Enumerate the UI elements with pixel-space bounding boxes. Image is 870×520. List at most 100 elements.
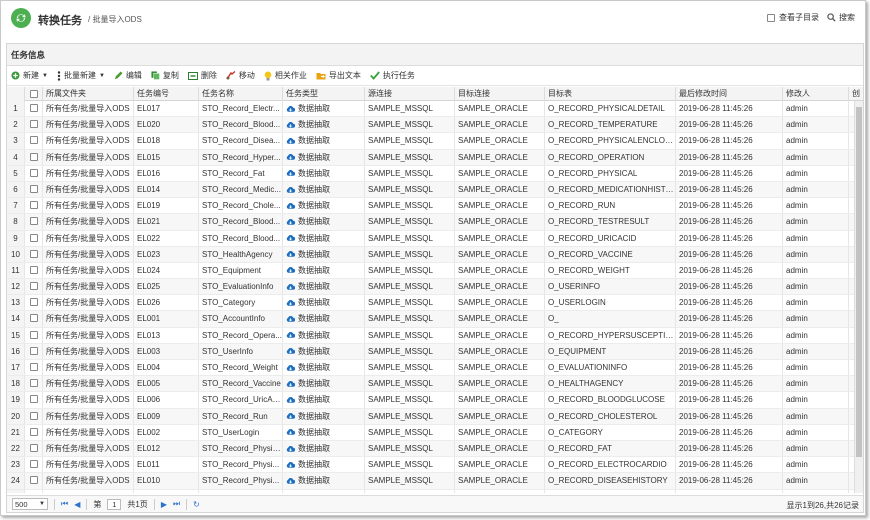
row-checkbox[interactable] xyxy=(25,360,43,376)
row-select-checkbox[interactable] xyxy=(29,411,38,420)
export-text-button[interactable]: 导出文本 xyxy=(316,70,361,81)
run-task-button[interactable]: 执行任务 xyxy=(370,70,415,81)
header-source-conn[interactable]: 源连接 xyxy=(365,87,455,101)
table-row[interactable]: 18 所有任务/批量导入ODS EL005 STO_Record_Vaccine 数据抽… xyxy=(7,376,863,393)
row-select-checkbox[interactable] xyxy=(29,298,38,307)
table-row[interactable]: 9 所有任务/批量导入ODS EL022 STO_Record_Blood... 数据抽… xyxy=(7,230,863,247)
table-row[interactable]: 15 所有任务/批量导入ODS EL013 STO_Record_Opera... 数据… xyxy=(7,327,863,344)
table-row[interactable]: 21 所有任务/批量导入ODS EL002 STO_UserLogin 数据抽取 SAMP… xyxy=(7,424,863,441)
row-checkbox[interactable] xyxy=(25,214,43,230)
row-select-checkbox[interactable] xyxy=(29,427,38,436)
table-row[interactable]: 20 所有任务/批量导入ODS EL009 STO_Record_Run 数据抽取 SAM… xyxy=(7,408,863,425)
header-task-type[interactable]: 任务类型 xyxy=(283,87,365,101)
row-select-checkbox[interactable] xyxy=(29,217,38,226)
table-row[interactable]: 3 所有任务/批量导入ODS EL018 STO_Record_Disea... 数据抽… xyxy=(7,133,863,150)
table-row[interactable]: 16 所有任务/批量导入ODS EL003 STO_UserInfo 数据抽取 SAMPL… xyxy=(7,343,863,360)
row-checkbox[interactable] xyxy=(25,246,43,262)
row-select-checkbox[interactable] xyxy=(29,265,38,274)
row-checkbox[interactable] xyxy=(25,343,43,359)
row-select-checkbox[interactable] xyxy=(29,104,38,112)
row-checkbox[interactable] xyxy=(25,408,43,424)
row-select-checkbox[interactable] xyxy=(29,379,38,388)
select-all-checkbox[interactable] xyxy=(29,90,38,98)
header-created[interactable]: 创 xyxy=(849,87,863,101)
row-checkbox[interactable] xyxy=(25,440,43,457)
header-task-name[interactable]: 任务名称 xyxy=(199,87,283,101)
row-select-checkbox[interactable] xyxy=(29,314,38,323)
table-row[interactable]: 14 所有任务/批量导入ODS EL001 STO_AccountInfo 数据抽取 SA… xyxy=(7,311,863,328)
row-select-checkbox[interactable] xyxy=(29,184,38,193)
row-checkbox[interactable] xyxy=(25,101,43,117)
header-folder[interactable]: 所属文件夹 xyxy=(43,87,134,101)
row-select-checkbox[interactable] xyxy=(29,152,38,161)
row-checkbox[interactable] xyxy=(25,230,43,246)
row-select-checkbox[interactable] xyxy=(29,395,38,404)
table-row[interactable]: 4 所有任务/批量导入ODS EL015 STO_Record_Hyper... 数据抽… xyxy=(7,149,863,166)
row-select-checkbox[interactable] xyxy=(29,136,38,145)
table-row[interactable]: 1 所有任务/批量导入ODS EL017 STO_Record_Electr... 数据… xyxy=(7,101,863,118)
row-select-checkbox[interactable] xyxy=(29,249,38,258)
header-select-all[interactable] xyxy=(25,87,43,101)
table-row[interactable]: 6 所有任务/批量导入ODS EL014 STO_Record_Medic... 数据抽… xyxy=(7,181,863,199)
table-row[interactable]: 19 所有任务/批量导入ODS EL006 STO_Record_UricAcid 数据… xyxy=(7,392,863,409)
refresh-icon[interactable]: ↻ xyxy=(193,500,200,509)
vertical-scroll-thumb[interactable] xyxy=(856,107,862,457)
first-page-icon[interactable]: ⏮ xyxy=(61,499,68,509)
row-select-checkbox[interactable] xyxy=(29,476,38,485)
page-number-input[interactable]: 1 xyxy=(107,498,122,510)
header-task-id[interactable]: 任务编号 xyxy=(134,87,199,101)
row-select-checkbox[interactable] xyxy=(29,330,38,339)
previous-page-icon[interactable]: ◀ xyxy=(74,500,80,509)
row-checkbox[interactable] xyxy=(25,424,43,440)
row-select-checkbox[interactable] xyxy=(29,363,38,371)
header-modified-time[interactable]: 最后修改时间 xyxy=(676,87,783,101)
row-checkbox[interactable] xyxy=(25,181,43,198)
row-select-checkbox[interactable] xyxy=(29,201,38,210)
show-subdirectory-toggle[interactable]: 查看子目录 xyxy=(767,12,819,23)
row-checkbox[interactable] xyxy=(25,327,43,343)
row-select-checkbox[interactable] xyxy=(29,443,38,452)
move-button[interactable]: 移动 xyxy=(226,70,255,81)
header-target-conn[interactable]: 目标连接 xyxy=(455,87,545,101)
vertical-scrollbar[interactable] xyxy=(854,101,863,493)
row-select-checkbox[interactable] xyxy=(29,282,38,291)
table-row[interactable]: 25 所有任务/批量导入ODSEL007STO_Record_TestR... 数据… xyxy=(7,489,863,493)
table-row[interactable]: 13 所有任务/批量导入ODS EL026 STO_Category 数据抽取 SAMPL… xyxy=(7,295,863,312)
row-checkbox[interactable] xyxy=(25,457,43,473)
row-checkbox[interactable] xyxy=(25,198,43,214)
table-row[interactable]: 22 所有任务/批量导入ODS EL012 STO_Record_Physical 数据… xyxy=(7,440,863,458)
row-select-checkbox[interactable] xyxy=(29,460,38,469)
delete-button[interactable]: 删除 xyxy=(187,70,217,81)
row-checkbox[interactable] xyxy=(25,165,43,181)
row-checkbox[interactable] xyxy=(25,262,43,279)
table-row[interactable]: 24 所有任务/批量导入ODS EL010 STO_Record_Physi... 数据… xyxy=(7,473,863,490)
row-select-checkbox[interactable] xyxy=(29,168,38,177)
edit-button[interactable]: 编辑 xyxy=(114,70,142,81)
table-row[interactable]: 11 所有任务/批量导入ODS EL024 STO_Equipment 数据抽取 SAMP… xyxy=(7,262,863,280)
row-checkbox[interactable] xyxy=(25,279,43,295)
next-page-icon[interactable]: ▶ xyxy=(161,500,167,509)
row-checkbox[interactable] xyxy=(25,489,43,493)
copy-button[interactable]: 复制 xyxy=(151,70,179,81)
table-row[interactable]: 8 所有任务/批量导入ODS EL021 STO_Record_Blood... 数据抽… xyxy=(7,214,863,231)
row-checkbox[interactable] xyxy=(25,392,43,408)
row-checkbox[interactable] xyxy=(25,311,43,327)
table-row[interactable]: 2 所有任务/批量导入ODS EL020 STO_Record_Blood... 数据抽… xyxy=(7,117,863,134)
table-row[interactable]: 17 所有任务/批量导入ODS EL004 STO_Record_Weight 数据抽取… xyxy=(7,360,863,377)
table-row[interactable]: 5 所有任务/批量导入ODS EL016 STO_Record_Fat 数据抽取 SAMP… xyxy=(7,165,863,182)
table-row[interactable]: 12 所有任务/批量导入ODS EL025 STO_EvaluationInfo 数据抽… xyxy=(7,279,863,296)
new-button[interactable]: 新建 ▼ xyxy=(11,70,48,81)
row-checkbox[interactable] xyxy=(25,376,43,392)
row-select-checkbox[interactable] xyxy=(29,346,38,355)
related-jobs-button[interactable]: 相关作业 xyxy=(264,70,307,81)
show-subdirectory-checkbox[interactable] xyxy=(767,13,775,22)
header-target-table[interactable]: 目标表 xyxy=(545,87,676,101)
table-row[interactable]: 10 所有任务/批量导入ODS EL023 STO_HealthAgency 数据抽取 S… xyxy=(7,246,863,263)
row-select-checkbox[interactable] xyxy=(29,120,38,129)
row-checkbox[interactable] xyxy=(25,295,43,311)
batch-new-button[interactable]: 批量新建 ▼ xyxy=(57,70,105,81)
table-row[interactable]: 7 所有任务/批量导入ODS EL019 STO_Record_Chole... 数据抽… xyxy=(7,198,863,215)
header-modifier[interactable]: 修改人 xyxy=(783,87,849,101)
row-checkbox[interactable] xyxy=(25,133,43,149)
page-size-select[interactable]: 500 ▼ xyxy=(12,498,48,510)
